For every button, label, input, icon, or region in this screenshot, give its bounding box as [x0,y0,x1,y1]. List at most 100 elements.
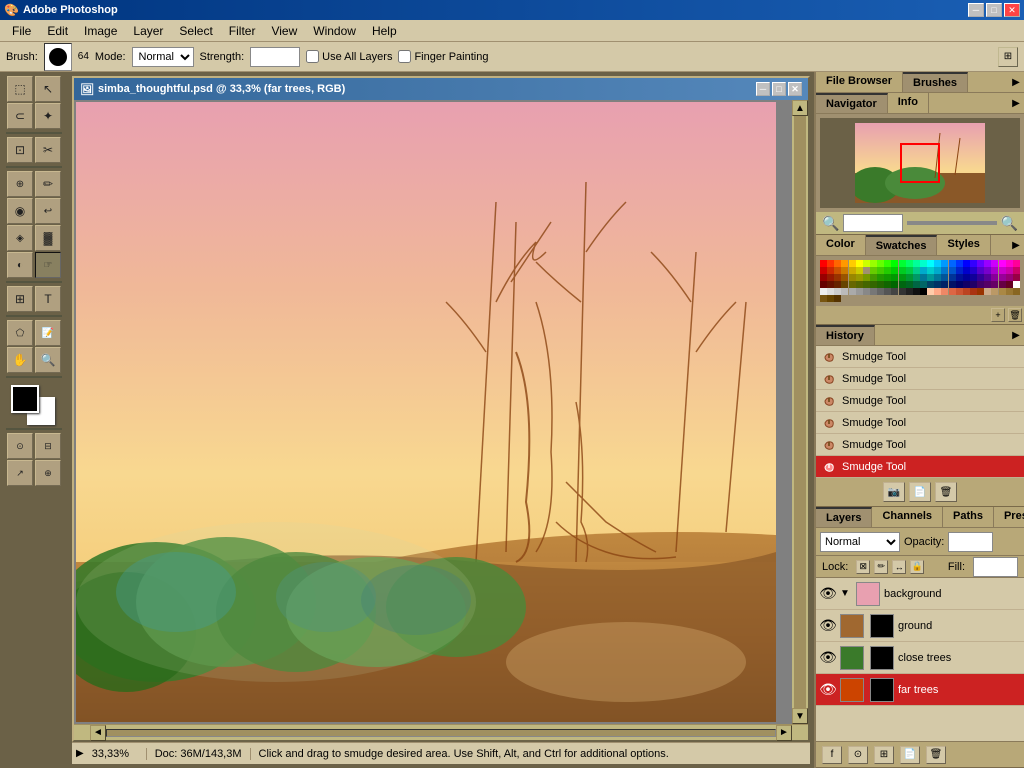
menu-file[interactable]: File [4,22,39,40]
swatch-cell[interactable] [899,260,906,267]
swatch-cell[interactable] [863,267,870,274]
delete-swatch-btn[interactable]: 🗑 [1008,308,1022,322]
swatch-cell[interactable] [870,281,877,288]
swatch-cell[interactable] [941,274,948,281]
swatch-cell[interactable] [920,288,927,295]
swatch-cell[interactable] [899,281,906,288]
swatch-cell[interactable] [970,267,977,274]
swatch-cell[interactable] [856,260,863,267]
foreground-color-swatch[interactable] [11,385,39,413]
use-all-layers-check[interactable]: Use All Layers [306,50,392,63]
swatch-cell[interactable] [927,267,934,274]
scroll-up-arrow[interactable]: ▲ [792,100,808,116]
swatch-cell[interactable] [999,267,1006,274]
layer-expand-btn[interactable]: ▼ [840,588,852,599]
swatch-cell[interactable] [856,288,863,295]
painting-canvas[interactable] [76,102,776,722]
swatch-cell[interactable] [977,281,984,288]
lasso-tool[interactable]: ⊂ [7,103,33,129]
menu-select[interactable]: Select [171,22,220,40]
swatch-cell[interactable] [999,288,1006,295]
doc-close[interactable]: ✕ [788,82,802,96]
zoom-in-btn[interactable]: 🔍 [1001,215,1018,232]
swatch-cell[interactable] [984,281,991,288]
menu-image[interactable]: Image [76,22,125,40]
path-tool[interactable]: ⊞ [7,286,33,312]
swatch-cell[interactable] [934,260,941,267]
swatch-cell[interactable] [863,274,870,281]
swatch-cell[interactable] [870,267,877,274]
swatch-cell[interactable] [827,288,834,295]
eraser-tool[interactable]: ◈ [7,225,33,251]
history-new-snapshot[interactable]: 📷 [883,482,905,502]
layer-item[interactable]: 👁 close trees [816,642,1024,674]
swatch-cell[interactable] [906,288,913,295]
lock-pixels-btn[interactable]: ✏ [874,560,888,574]
nav-thumbnail[interactable] [855,123,985,203]
swatch-cell[interactable] [877,281,884,288]
hand-tool[interactable]: ✋ [7,347,33,373]
swatch-cell[interactable] [906,260,913,267]
layer-effects-btn[interactable]: f [822,746,842,764]
history-brush-tool[interactable]: ↩ [35,198,61,224]
swatch-cell[interactable] [941,288,948,295]
swatch-cell[interactable] [849,260,856,267]
scroll-left-arrow[interactable]: ◄ [90,725,106,741]
zoom-slider[interactable] [907,221,996,225]
swatch-cell[interactable] [934,288,941,295]
swatch-cell[interactable] [1013,274,1020,281]
swatch-cell[interactable] [834,288,841,295]
layer-visibility-toggle[interactable]: 👁 [820,682,836,698]
menu-view[interactable]: View [263,22,305,40]
swatch-cell[interactable] [877,274,884,281]
swatch-cell[interactable] [956,267,963,274]
scroll-down-arrow[interactable]: ▼ [792,708,808,724]
mode-select[interactable]: Normal [132,47,194,67]
magic-wand-tool[interactable]: ✦ [35,103,61,129]
swatches-menu-btn[interactable]: ▶ [1008,235,1024,255]
swatch-cell[interactable] [970,274,977,281]
swatch-cell[interactable] [984,288,991,295]
swatch-cell[interactable] [884,281,891,288]
swatch-cell[interactable] [863,281,870,288]
layer-new-btn[interactable]: 📄 [900,746,920,764]
swatch-cell[interactable] [927,281,934,288]
tab-swatches[interactable]: Swatches [866,235,938,255]
swatch-cell[interactable] [891,274,898,281]
swatch-cell[interactable] [934,281,941,288]
history-delete[interactable]: 🗑 [935,482,957,502]
use-all-layers-checkbox[interactable] [306,50,319,63]
swatch-cell[interactable] [977,288,984,295]
swatch-cell[interactable] [856,281,863,288]
swatch-cell[interactable] [991,260,998,267]
horizontal-scrollbar[interactable]: ◄ ► [74,724,808,740]
swatch-cell[interactable] [820,274,827,281]
swatch-cell[interactable] [913,288,920,295]
swatch-cell[interactable] [963,274,970,281]
swatch-cell[interactable] [999,274,1006,281]
close-button[interactable]: ✕ [1004,3,1020,17]
swatch-cell[interactable] [841,281,848,288]
swatch-cell[interactable] [820,267,827,274]
swatch-cell[interactable] [841,260,848,267]
history-item[interactable]: Smudge Tool [816,434,1024,456]
doc-controls[interactable]: ─ □ ✕ [756,82,802,96]
history-item[interactable]: Smudge Tool [816,456,1024,478]
swatch-cell[interactable] [870,288,877,295]
swatch-cell[interactable] [841,274,848,281]
doc-maximize[interactable]: □ [772,82,786,96]
swatch-cell[interactable] [927,260,934,267]
jump-icon-2[interactable]: ⊕ [35,460,61,486]
lock-all-btn[interactable]: 🔒 [910,560,924,574]
swatch-cell[interactable] [820,281,827,288]
swatch-cell[interactable] [1006,274,1013,281]
swatch-cell[interactable] [870,260,877,267]
lock-transparent-btn[interactable]: ⊠ [856,560,870,574]
zoom-out-btn[interactable]: 🔍 [822,215,839,232]
swatch-cell[interactable] [913,267,920,274]
layer-new-group-btn[interactable]: ⊞ [874,746,894,764]
tab-color[interactable]: Color [816,235,866,255]
swatch-cell[interactable] [884,267,891,274]
tab-presets[interactable]: Presets [994,507,1024,527]
swatch-cell[interactable] [920,267,927,274]
